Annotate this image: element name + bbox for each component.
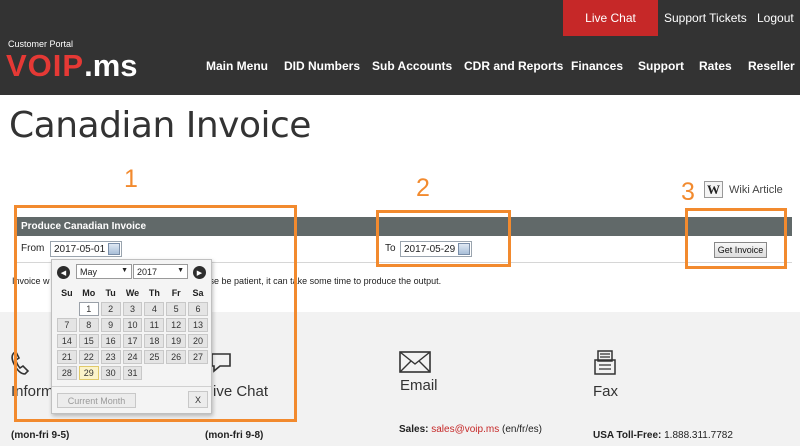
live-chat-button[interactable]: Live Chat [563,0,658,36]
nav-did-numbers[interactable]: DID Numbers [284,59,360,73]
wiki-article-label: Wiki Article [729,183,783,196]
fax-title: Fax [593,383,619,400]
wikipedia-icon: W [704,181,723,198]
nav-rates[interactable]: Rates [699,59,732,73]
logout-link[interactable]: Logout [757,11,794,25]
top-header: Live Chat Support Tickets Logout Custome… [0,0,800,95]
annotation-number-2: 2 [416,174,430,202]
fax-number-line: USA Toll-Free: 1.888.311.7782 [593,430,733,441]
annotation-number-1: 1 [124,165,138,193]
nav-support[interactable]: Support [638,59,684,73]
page: Live Chat Support Tickets Logout Custome… [0,0,800,446]
annotation-box-3 [685,208,787,269]
nav-main-menu[interactable]: Main Menu [206,59,268,73]
envelope-icon [399,351,431,373]
sales-email-link[interactable]: sales@voip.ms [431,424,499,435]
email-title: Email [400,377,438,394]
annotation-box-1 [14,205,297,422]
wiki-article-link[interactable]: W Wiki Article [704,181,783,198]
sales-email-line: Sales: sales@voip.ms (en/fr/es) [399,424,542,435]
fax-icon [594,350,616,375]
nav-reseller[interactable]: Reseller [748,59,795,73]
phone-hours: (mon-fri 9-5) [11,430,70,441]
nav-sub-accounts[interactable]: Sub Accounts [372,59,452,73]
live-chat-hours: (mon-fri 9-8) [205,430,264,441]
support-tickets-link[interactable]: Support Tickets [664,11,747,25]
voipms-logo[interactable]: VOIP.ms [6,48,138,84]
nav-cdr-and-reports[interactable]: CDR and Reports [464,59,563,73]
page-title: Canadian Invoice [9,105,311,146]
annotation-box-2 [376,210,511,267]
nav-finances[interactable]: Finances [571,59,623,73]
annotation-number-3: 3 [681,178,695,206]
